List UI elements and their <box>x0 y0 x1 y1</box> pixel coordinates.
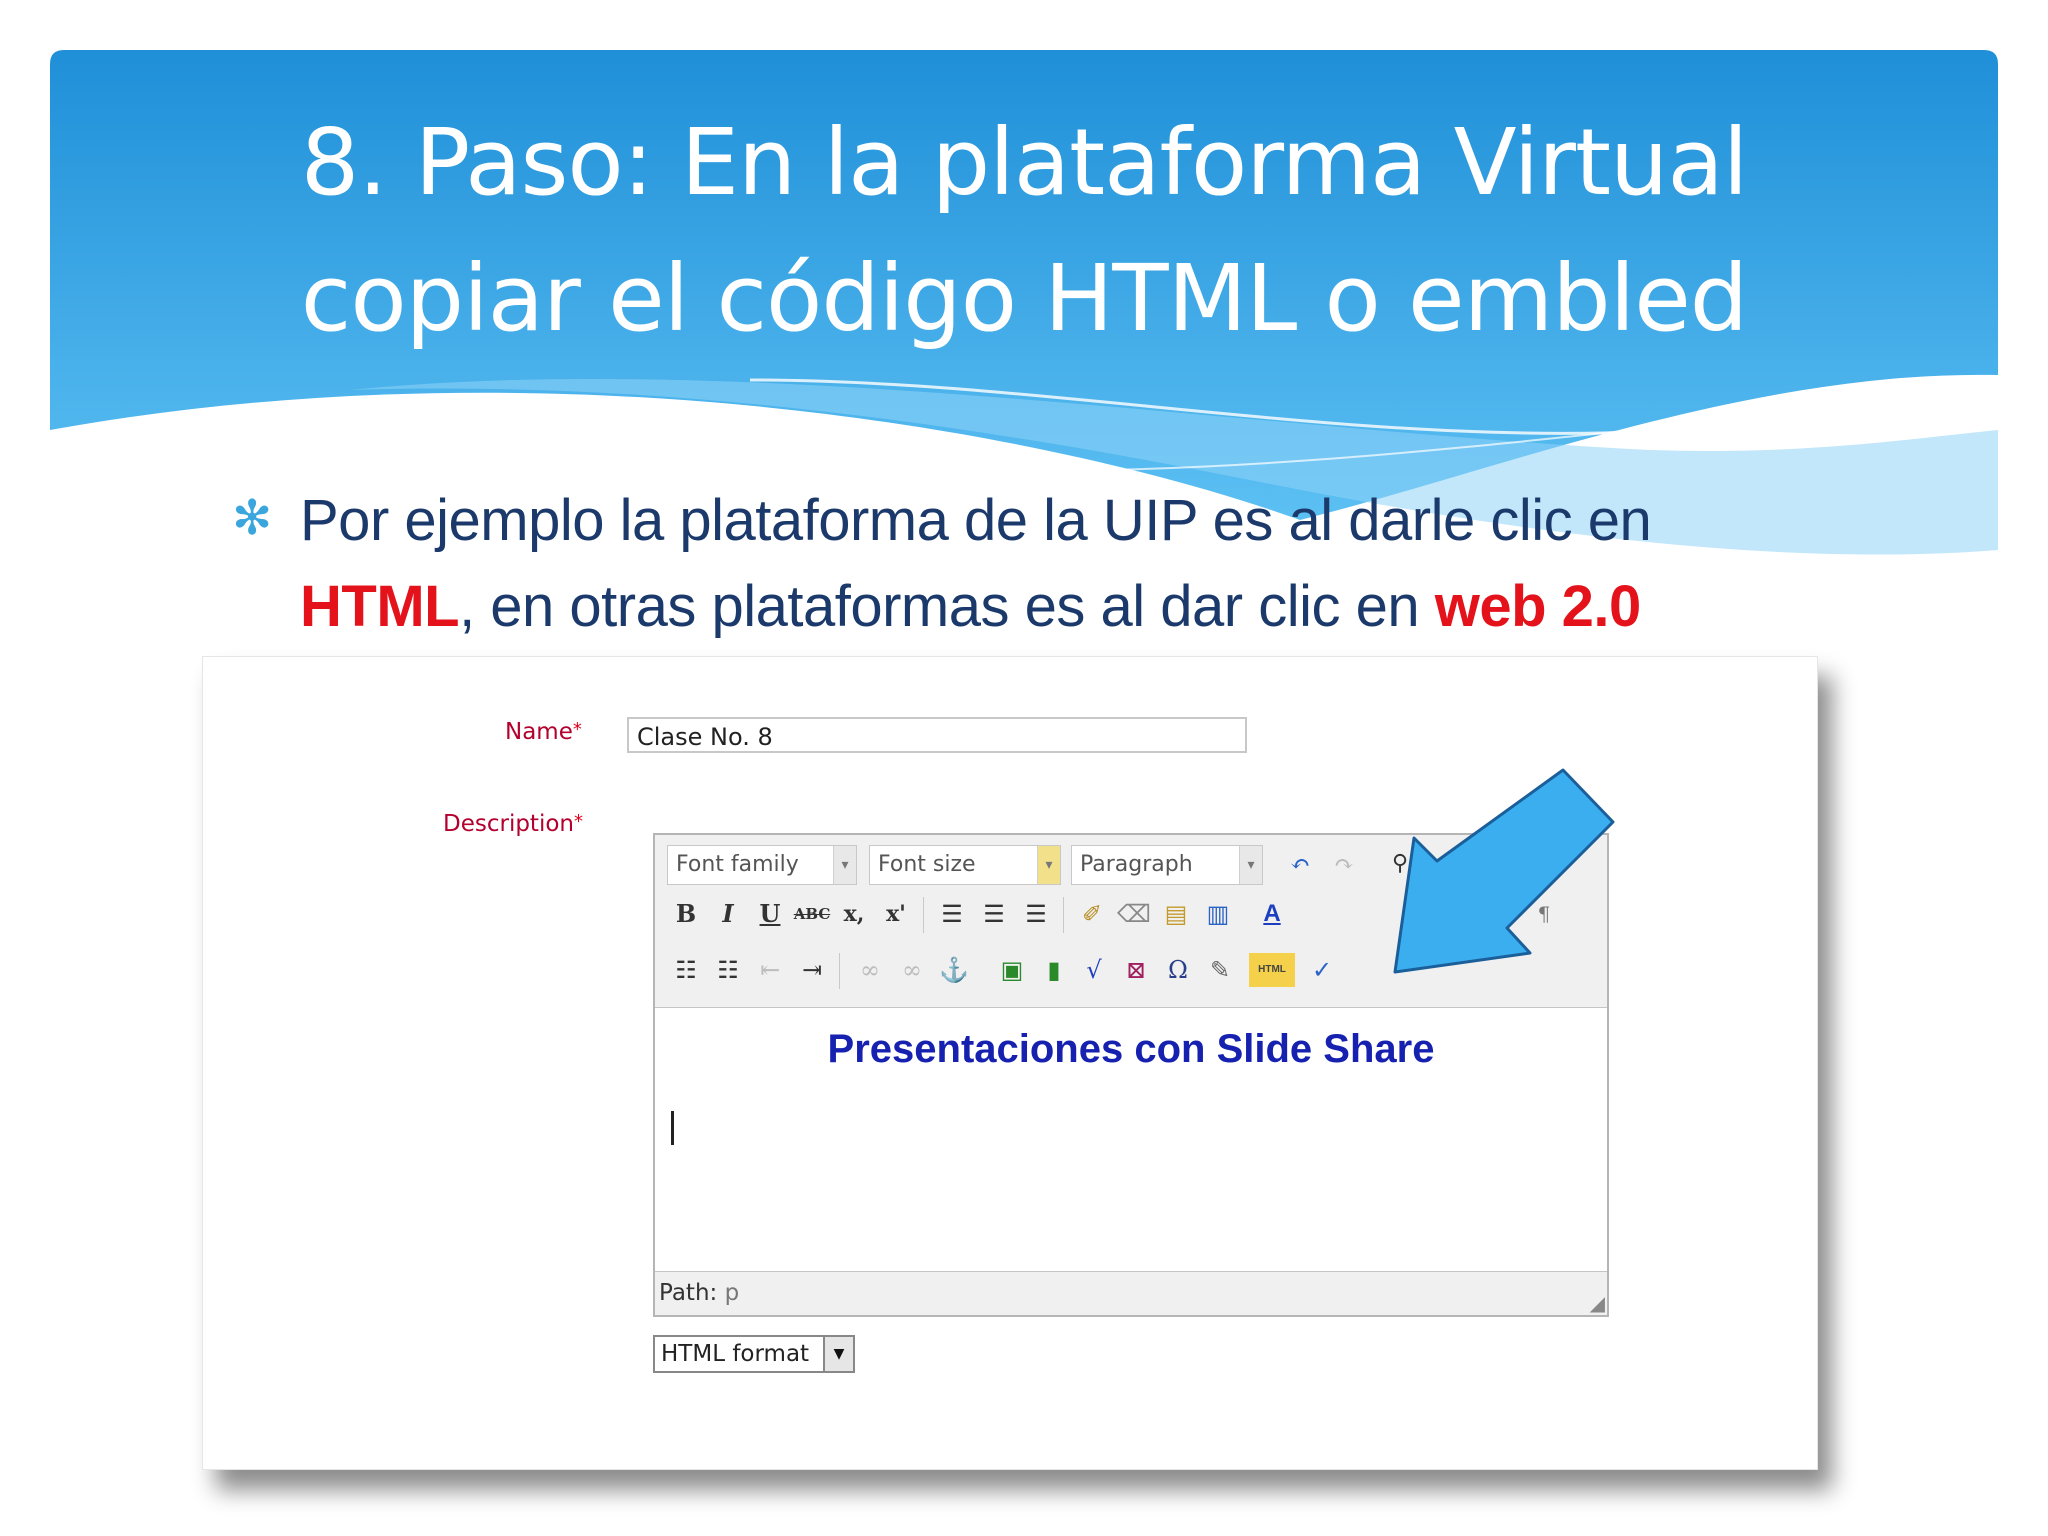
subscript-button[interactable]: x, <box>835 895 873 933</box>
align-center-icon[interactable]: ☰ <box>975 895 1013 933</box>
bold-button[interactable]: B <box>667 895 705 933</box>
required-mark: * <box>572 719 582 740</box>
name-label: Name* <box>505 719 582 745</box>
special-char-icon[interactable]: Ω <box>1159 951 1197 989</box>
toolbar-separator <box>839 953 840 989</box>
path-value[interactable]: p <box>725 1280 740 1306</box>
chevron-down-icon: ▾ <box>1037 846 1060 884</box>
underline-button[interactable]: U <box>751 895 789 933</box>
required-mark: * <box>574 811 583 832</box>
align-left-icon[interactable]: ☰ <box>933 895 971 933</box>
image-icon[interactable]: ▣ <box>993 951 1031 989</box>
path-label: Path: <box>659 1280 718 1306</box>
resize-handle-icon[interactable]: ◢ <box>1590 1293 1605 1313</box>
format-select[interactable]: HTML format ▼ <box>653 1335 855 1373</box>
paragraph-select[interactable]: Paragraph ▾ <box>1071 845 1263 885</box>
bullet-list-icon[interactable]: ☷ <box>667 951 705 989</box>
media-icon[interactable]: ▮ <box>1035 951 1073 989</box>
pointer-arrow-icon <box>1393 768 1615 974</box>
undo-icon[interactable]: ↶ <box>1281 845 1319 883</box>
paste-word-icon[interactable]: ▥ <box>1199 895 1237 933</box>
outdent-icon[interactable]: ⇤ <box>751 951 789 989</box>
link-icon[interactable]: ∞ <box>851 951 889 989</box>
bullet-highlight-web20: web 2.0 <box>1434 574 1642 639</box>
text-color-icon[interactable]: A <box>1253 895 1291 933</box>
unlink-icon[interactable]: ∞ <box>893 951 931 989</box>
spellcheck-icon[interactable]: ✓ <box>1303 951 1341 989</box>
text-cursor <box>671 1111 674 1145</box>
bullet-highlight-html: HTML <box>300 574 460 639</box>
slide-title-line2: copiar el código HTML o embled <box>300 245 1748 352</box>
asterisk-bullet-icon: ✻ <box>232 490 273 546</box>
align-right-icon[interactable]: ☰ <box>1017 895 1055 933</box>
math-icon[interactable]: √ <box>1075 951 1113 989</box>
numbered-list-icon[interactable]: ☷ <box>709 951 747 989</box>
slide-title-line1: 8. Paso: En la plataforma Virtual <box>300 109 1749 216</box>
cleanup-brush-icon[interactable]: ✐ <box>1073 895 1111 933</box>
bullet-text-part2: , en otras plataformas es al dar clic en <box>459 574 1435 639</box>
toolbar-separator <box>923 897 924 933</box>
font-size-select[interactable]: Font size ▾ <box>869 845 1061 885</box>
paste-text-icon[interactable]: ▤ <box>1157 895 1195 933</box>
italic-button[interactable]: I <box>709 895 747 933</box>
chevron-down-icon: ▾ <box>833 846 856 884</box>
eraser-icon[interactable]: ⌫ <box>1115 895 1153 933</box>
editor-content-heading[interactable]: Presentaciones con Slide Share <box>655 1027 1607 1072</box>
bullet-text-part1: Por ejemplo la plataforma de la UIP es a… <box>300 488 1652 553</box>
nolink-icon[interactable]: ⊠ <box>1117 951 1155 989</box>
indent-icon[interactable]: ⇥ <box>793 951 831 989</box>
bullet-paragraph: Por ejemplo la plataforma de la UIP es a… <box>300 478 1860 650</box>
html-source-button[interactable]: HTML <box>1249 953 1295 987</box>
toolbar-separator <box>1063 897 1064 933</box>
name-input[interactable]: Clase No. 8 <box>627 717 1247 753</box>
superscript-button[interactable]: x' <box>877 895 915 933</box>
edit-icon[interactable]: ✎ <box>1201 951 1239 989</box>
anchor-icon[interactable]: ⚓ <box>935 951 973 989</box>
chevron-down-icon: ▾ <box>1239 846 1262 884</box>
font-family-select[interactable]: Font family ▾ <box>667 845 857 885</box>
slide-title: 8. Paso: En la plataforma Virtual copiar… <box>50 95 1998 367</box>
editor-statusbar: Path: p ◢ <box>655 1271 1607 1315</box>
chevron-down-icon: ▼ <box>823 1337 853 1371</box>
strikethrough-button[interactable]: ABC <box>793 895 831 933</box>
description-label: Description* <box>443 811 583 837</box>
